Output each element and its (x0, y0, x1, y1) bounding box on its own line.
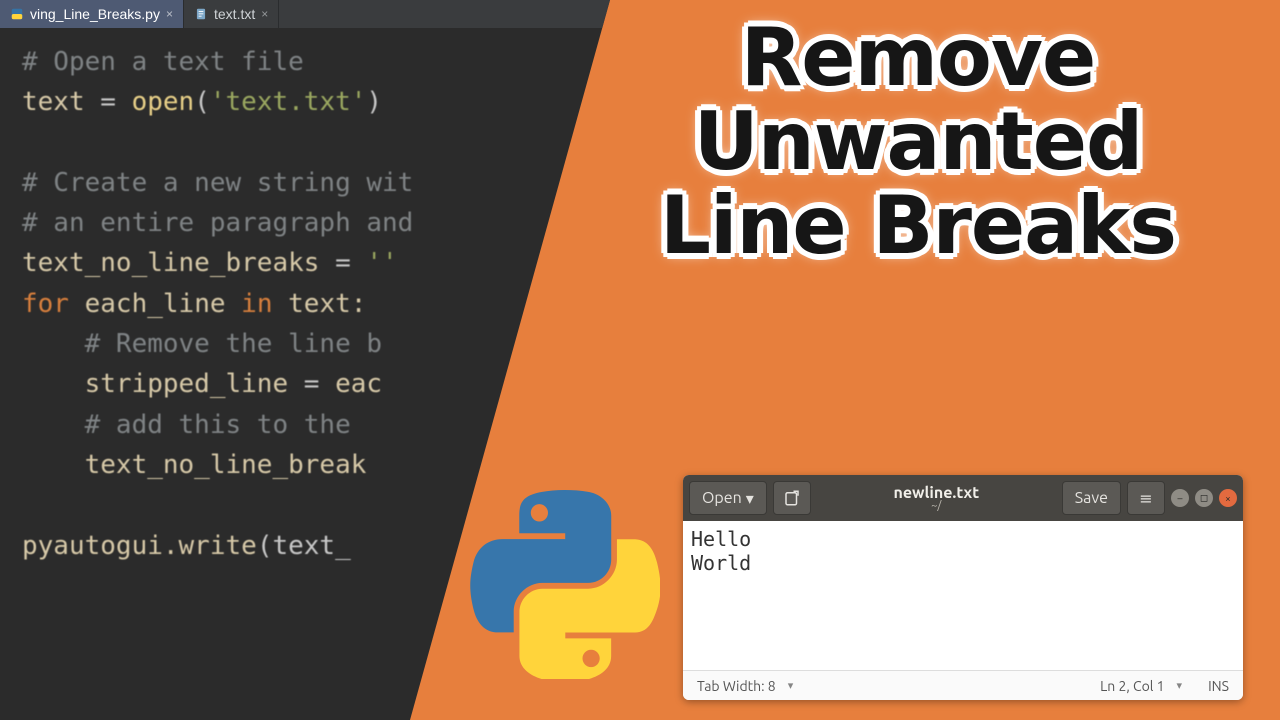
new-tab-button[interactable] (773, 481, 811, 515)
title-line: Unwanted (580, 100, 1256, 184)
hamburger-icon: ≡ (1139, 489, 1152, 508)
title-line: Line Breaks (580, 184, 1256, 268)
close-icon[interactable]: × (166, 7, 173, 21)
save-label: Save (1075, 489, 1108, 507)
gedit-window: Open▾ newline.txt ~/ Save ≡ – ◻ × Hello … (683, 475, 1243, 700)
python-logo-icon (470, 490, 660, 680)
cursor-position[interactable]: Ln 2, Col 1 (1100, 678, 1182, 694)
hamburger-menu-button[interactable]: ≡ (1127, 481, 1165, 515)
gedit-filedir: ~/ (817, 501, 1056, 512)
gedit-status-bar: Tab Width: 8 Ln 2, Col 1 INS (683, 670, 1243, 700)
save-button[interactable]: Save (1062, 481, 1121, 515)
thumbnail-title: Remove Unwanted Line Breaks (580, 16, 1256, 268)
tab-python-file[interactable]: ving_Line_Breaks.py × (0, 0, 184, 28)
chevron-down-icon: ▾ (746, 489, 754, 508)
open-button[interactable]: Open▾ (689, 481, 767, 515)
tab-text-file[interactable]: text.txt × (184, 0, 279, 28)
title-line: Remove (580, 16, 1256, 100)
close-window-button[interactable]: × (1219, 489, 1237, 507)
gedit-header: Open▾ newline.txt ~/ Save ≡ – ◻ × (683, 475, 1243, 521)
new-document-icon (783, 489, 801, 507)
gedit-title: newline.txt ~/ (817, 485, 1056, 512)
window-controls: – ◻ × (1171, 489, 1237, 507)
text-file-icon (194, 7, 208, 21)
python-file-icon (10, 7, 24, 21)
close-icon[interactable]: × (261, 7, 268, 21)
minimize-button[interactable]: – (1171, 489, 1189, 507)
tab-label: text.txt (214, 6, 255, 22)
tab-label: ving_Line_Breaks.py (30, 6, 160, 22)
maximize-button[interactable]: ◻ (1195, 489, 1213, 507)
open-label: Open (702, 489, 742, 507)
gedit-text-area[interactable]: Hello World (683, 521, 1243, 670)
tab-width-selector[interactable]: Tab Width: 8 (697, 678, 793, 694)
gedit-filename: newline.txt (817, 485, 1056, 501)
insert-mode[interactable]: INS (1208, 678, 1229, 694)
